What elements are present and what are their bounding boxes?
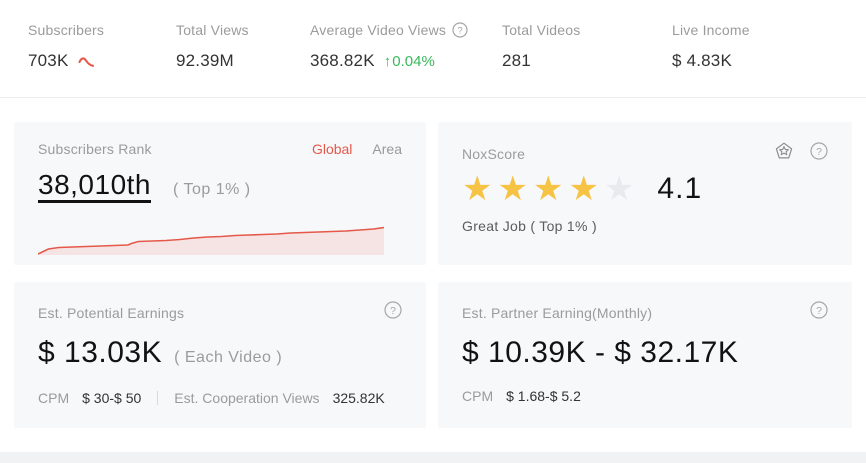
amount-note: ( Each Video ) bbox=[174, 349, 282, 367]
star-icon: ★ bbox=[568, 170, 603, 208]
stat-value: 92.39M bbox=[176, 51, 234, 71]
help-icon[interactable]: ? bbox=[452, 22, 468, 38]
star-icon: ★ bbox=[462, 170, 497, 208]
tab-area[interactable]: Area bbox=[372, 141, 402, 157]
medal-pentagon-icon[interactable] bbox=[774, 141, 794, 166]
stats-cards-grid: Subscribers Rank Global Area 38,010th ( … bbox=[14, 122, 852, 428]
stat-value: 281 bbox=[502, 51, 531, 71]
noxscore-comment: Great Job ( Top 1% ) bbox=[462, 218, 828, 234]
views-delta: ↑0.04% bbox=[384, 53, 435, 70]
stat-label: Total Videos bbox=[502, 22, 580, 38]
svg-text:?: ? bbox=[457, 25, 462, 36]
cpm-label: CPM bbox=[462, 388, 493, 404]
divider bbox=[157, 391, 158, 405]
channel-stats-bar: Subscribers 703K Total Views 92.39M A bbox=[0, 0, 866, 98]
card-title: NoxScore bbox=[462, 146, 525, 162]
stat-value: 703K bbox=[28, 51, 69, 71]
potential-earnings-amount: $ 13.03K bbox=[38, 336, 162, 370]
svg-text:?: ? bbox=[390, 305, 396, 317]
rank-percentile-note: ( Top 1% ) bbox=[173, 181, 251, 199]
svg-text:?: ? bbox=[816, 146, 822, 158]
channel-overview-page: Subscribers 703K Total Views 92.39M A bbox=[0, 0, 866, 463]
partner-earnings-card: Est. Partner Earning(Monthly) ? $ 10.39K… bbox=[438, 282, 852, 428]
stat-subscribers: Subscribers 703K bbox=[28, 22, 176, 71]
cpm-label: CPM bbox=[38, 390, 69, 406]
partner-earnings-amount: $ 10.39K - $ 32.17K bbox=[462, 336, 738, 370]
stat-average-video-views: Average Video Views ? 368.82K ↑0.04% bbox=[310, 22, 502, 71]
cpm-value: $ 1.68-$ 5.2 bbox=[506, 388, 581, 404]
help-icon[interactable]: ? bbox=[384, 301, 402, 324]
up-arrow-icon: ↑ bbox=[384, 53, 392, 70]
star-icon: ★ bbox=[604, 170, 639, 208]
card-title: Est. Potential Earnings bbox=[38, 305, 184, 321]
footer-bar bbox=[0, 452, 866, 463]
svg-text:?: ? bbox=[816, 305, 822, 317]
stat-live-income: Live Income $ 4.83K bbox=[672, 22, 750, 71]
cooperation-views-value: 325.82K bbox=[333, 390, 385, 406]
rank-scope-tabs: Global Area bbox=[312, 141, 402, 157]
help-icon[interactable]: ? bbox=[810, 142, 828, 165]
noxscore-card: NoxScore ? bbox=[438, 122, 852, 265]
stat-label: Average Video Views bbox=[310, 22, 446, 38]
rank-trend-chart bbox=[38, 221, 384, 255]
potential-earnings-card: Est. Potential Earnings ? $ 13.03K ( Eac… bbox=[14, 282, 426, 428]
stat-label: Subscribers bbox=[28, 22, 104, 38]
stat-label: Total Views bbox=[176, 22, 249, 38]
stat-total-views: Total Views 92.39M bbox=[176, 22, 310, 71]
cooperation-views-label: Est. Cooperation Views bbox=[174, 390, 319, 406]
cpm-value: $ 30-$ 50 bbox=[82, 390, 141, 406]
trend-down-icon bbox=[78, 55, 95, 68]
card-title: Subscribers Rank bbox=[38, 141, 152, 157]
subscribers-rank-value[interactable]: 38,010th bbox=[38, 169, 161, 201]
stat-value: 368.82K bbox=[310, 51, 375, 71]
stat-value: $ 4.83K bbox=[672, 51, 732, 71]
help-icon[interactable]: ? bbox=[810, 301, 828, 324]
stat-total-videos: Total Videos 281 bbox=[502, 22, 672, 71]
star-rating: ★★★★★ bbox=[462, 172, 639, 206]
noxscore-value: 4.1 bbox=[657, 172, 702, 206]
tab-global[interactable]: Global bbox=[312, 141, 352, 157]
star-icon: ★ bbox=[533, 170, 568, 208]
stat-label: Live Income bbox=[672, 22, 750, 38]
star-icon: ★ bbox=[497, 170, 532, 208]
subscribers-rank-card: Subscribers Rank Global Area 38,010th ( … bbox=[14, 122, 426, 265]
card-title: Est. Partner Earning(Monthly) bbox=[462, 305, 652, 321]
